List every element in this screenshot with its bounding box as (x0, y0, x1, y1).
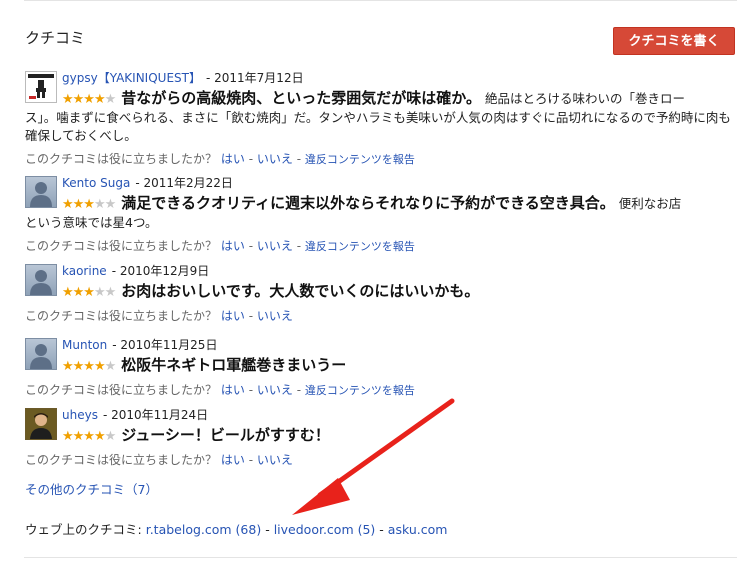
helpful-no-link[interactable]: いいえ (257, 453, 293, 467)
review-author-link[interactable]: uheys (62, 408, 98, 422)
review-item: gypsy【YAKINIQUEST】 - 2011年7月12日 ★★★★★ 昔ながら… (25, 71, 739, 169)
web-reviews: ウェブ上のクチコミ: r.tabelog.com (68) - livedoor… (25, 522, 448, 537)
helpful-yes-link[interactable]: はい (221, 239, 245, 253)
helpful-prompt: このクチコミは役に立ちましたか？ はい - いいえ - 違反コンテンツを報告 (25, 239, 415, 253)
star-rating-icon: ★★★★★ (62, 285, 116, 300)
helpful-no-link[interactable]: いいえ (257, 239, 293, 253)
helpful-question: このクチコミは役に立ちましたか？ (25, 383, 218, 397)
top-divider (24, 0, 737, 1)
review-snippet: 便利なお店 (618, 196, 682, 211)
review-date: - 2011年7月12日 (205, 71, 304, 85)
red-arrow-annotation-icon (292, 398, 455, 515)
review-item: kaorine - 2010年12月9日 ★★★★★ お肉はおいしいです。大人数でい… (25, 264, 739, 325)
review-item: Kento Suga - 2011年2月22日 ★★★★★ 満足できるクオリティに週… (25, 176, 739, 256)
helpful-prompt: このクチコミは役に立ちましたか？ はい - いいえ (25, 309, 293, 323)
review-author-link[interactable]: kaorine (62, 264, 107, 278)
web-reviews-label: ウェブ上のクチコミ: (25, 522, 142, 537)
review-item: Munton - 2010年11月25日 ★★★★★ 松阪牛ネギトロ軍艦巻きまいうー… (25, 338, 739, 400)
web-source-link-asku[interactable]: asku.com (388, 522, 448, 537)
review-title: 松阪牛ネギトロ軍艦巻きまいうー (121, 356, 347, 374)
web-source-link-tabelog[interactable]: r.tabelog.com (68) (146, 522, 262, 537)
default-avatar-icon[interactable] (25, 264, 57, 296)
helpful-question: このクチコミは役に立ちましたか？ (25, 309, 218, 323)
section-title: クチコミ (25, 29, 86, 47)
helpful-no-link[interactable]: いいえ (257, 383, 293, 397)
review-author-link[interactable]: Kento Suga (62, 176, 130, 190)
star-rating-icon: ★★★★★ (62, 429, 116, 444)
star-rating-icon: ★★★★★ (62, 359, 116, 374)
review-date: - 2010年11月24日 (102, 408, 209, 422)
write-review-button[interactable]: クチコミを書く (613, 27, 735, 55)
report-violation-link[interactable]: 違反コンテンツを報告 (305, 240, 415, 253)
more-reviews-link[interactable]: その他のクチコミ（7） (25, 479, 158, 498)
default-avatar-icon[interactable] (25, 176, 57, 208)
review-body: という意味では星4つ。 (25, 215, 158, 230)
default-avatar-icon[interactable] (25, 338, 57, 370)
star-rating-icon: ★★★★★ (62, 197, 116, 212)
helpful-yes-link[interactable]: はい (221, 453, 245, 467)
helpful-question: このクチコミは役に立ちましたか？ (25, 239, 218, 253)
review-title: お肉はおいしいです。大人数でいくのにはいいかも。 (121, 282, 480, 300)
helpful-question: このクチコミは役に立ちましたか？ (25, 453, 218, 467)
helpful-yes-link[interactable]: はい (221, 152, 245, 166)
review-snippet: 絶品はとろける味わいの「巻きロー (484, 91, 685, 106)
review-date: - 2010年11月25日 (112, 338, 218, 352)
report-violation-link[interactable]: 違反コンテンツを報告 (305, 153, 415, 166)
review-body: ス」。噛まずに食べられる、まさに「飲む焼肉」だ。タンやハラミも美味いが人気の肉は… (25, 110, 731, 143)
helpful-no-link[interactable]: いいえ (257, 152, 293, 166)
star-rating-icon: ★★★★★ (62, 92, 116, 107)
review-author-link[interactable]: Munton (62, 338, 107, 352)
helpful-yes-link[interactable]: はい (221, 383, 245, 397)
review-title: 満足できるクオリティに週末以外ならそれなりに予約ができる空き具合。 (121, 194, 615, 212)
review-title: 昔ながらの高級焼肉、といった雰囲気だが味は確か。 (121, 89, 481, 107)
review-date: - 2011年2月22日 (135, 176, 233, 190)
helpful-yes-link[interactable]: はい (221, 309, 245, 323)
bottom-divider (24, 557, 737, 558)
review-author-link[interactable]: gypsy【YAKINIQUEST】 (62, 71, 201, 85)
helpful-question: このクチコミは役に立ちましたか？ (25, 152, 218, 166)
helpful-prompt: このクチコミは役に立ちましたか？ はい - いいえ - 違反コンテンツを報告 (25, 152, 415, 166)
user-photo-avatar-icon[interactable] (25, 408, 57, 440)
web-source-link-livedoor[interactable]: livedoor.com (5) (274, 522, 376, 537)
review-date: - 2010年12月9日 (111, 264, 210, 278)
yakiniquest-avatar-icon[interactable] (25, 71, 57, 103)
helpful-no-link[interactable]: いいえ (257, 309, 293, 323)
